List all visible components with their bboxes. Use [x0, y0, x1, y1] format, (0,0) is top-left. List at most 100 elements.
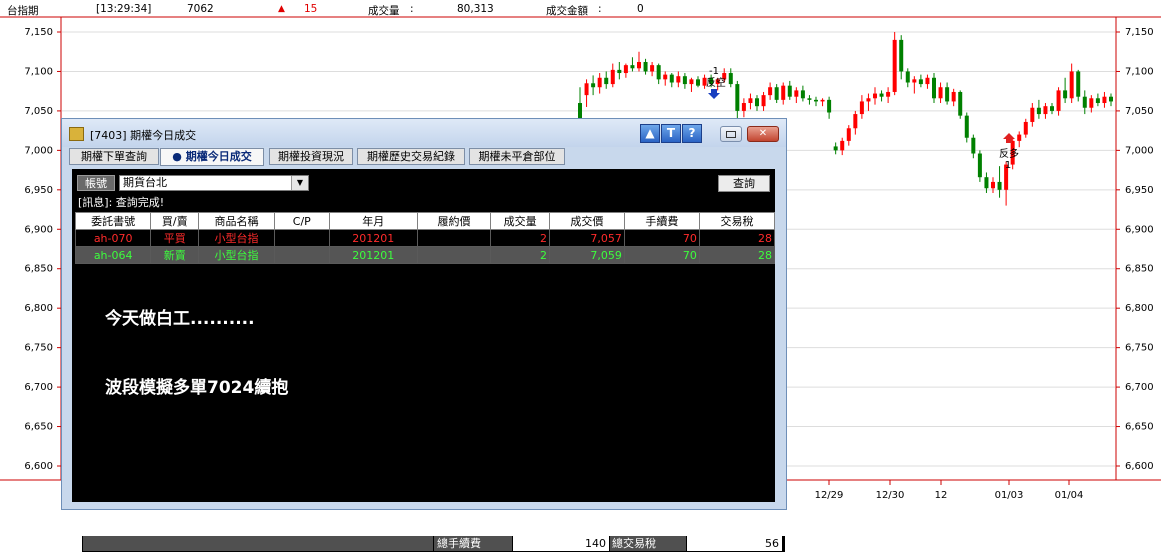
- x-tick-label: 12/30: [876, 490, 905, 501]
- close-button[interactable]: ✕: [747, 126, 779, 142]
- cell-qty: 2: [490, 246, 550, 264]
- cell-strike: [416, 246, 492, 264]
- candle-body: [925, 77, 930, 85]
- annotation-sell-label: 反空: [706, 76, 726, 89]
- cell-fee: 70: [623, 246, 700, 264]
- y-tick-label-right: 6,900: [1125, 224, 1154, 235]
- col-order-no[interactable]: 委託書號: [74, 212, 152, 230]
- tab-open-positions[interactable]: 期權未平倉部位: [469, 148, 565, 165]
- minimize-icon: [726, 131, 736, 138]
- candle-body: [1050, 106, 1054, 111]
- candle-body: [1089, 98, 1094, 108]
- candle-body: [610, 69, 615, 85]
- annotation-buy-count: 1: [1005, 160, 1011, 171]
- window-title: [7403] 期權今日成交: [90, 129, 197, 142]
- time-label: [13:29:34]: [96, 3, 152, 15]
- candle-body: [1023, 121, 1028, 135]
- candle-body: [853, 114, 858, 129]
- cell-side: 平買: [150, 229, 200, 247]
- candle-body: [873, 93, 877, 99]
- candle-body: [617, 69, 622, 74]
- col-qty[interactable]: 成交量: [490, 212, 550, 230]
- x-tick-label: 01/03: [995, 490, 1024, 501]
- candle-body: [800, 90, 805, 99]
- candle-body: [1063, 90, 1068, 99]
- price-label: 7062: [187, 3, 214, 15]
- col-month[interactable]: 年月: [328, 212, 418, 230]
- total-fee-label: 總手續費: [434, 536, 512, 551]
- col-fee[interactable]: 手續費: [623, 212, 700, 230]
- y-tick-label-left: 6,750: [24, 343, 53, 354]
- query-button[interactable]: 查詢: [718, 175, 770, 192]
- candle-body: [814, 99, 818, 102]
- table-row[interactable]: ah-070 平買 小型台指 201201 2 7,057 70 28: [74, 229, 776, 247]
- tab-today-trades[interactable]: ● 期權今日成交: [160, 148, 264, 166]
- y-tick-label-left: 7,150: [24, 27, 53, 38]
- down-arrow-icon: [708, 89, 720, 99]
- candle-body: [1043, 106, 1048, 115]
- ticker-bar: 台指期 [13:29:34] 7062 ▲ 15 成交量 : 80,313 成交…: [0, 0, 1161, 18]
- y-tick-label-right: 6,600: [1125, 461, 1154, 472]
- candle-body: [820, 99, 825, 102]
- candle-body: [643, 61, 648, 72]
- total-tax-label: 總交易稅: [610, 536, 686, 551]
- col-price[interactable]: 成交價: [548, 212, 625, 230]
- candle-body: [964, 115, 969, 138]
- cell-tax: 28: [698, 246, 776, 264]
- candle-body: [938, 87, 943, 99]
- tab-investment-status[interactable]: 期權投資現況: [269, 148, 353, 165]
- volume-separator: :: [410, 3, 414, 15]
- cell-qty: 2: [490, 229, 550, 247]
- candle-body: [748, 98, 753, 104]
- cell-product: 小型台指: [198, 229, 275, 247]
- account-value: 期貨台北: [123, 176, 167, 189]
- candle-body: [971, 137, 976, 154]
- col-strike[interactable]: 履約價: [416, 212, 492, 230]
- col-tax[interactable]: 交易稅: [698, 212, 776, 230]
- candle-body: [892, 39, 897, 92]
- candle-body: [991, 181, 995, 189]
- candle-body: [663, 74, 668, 80]
- table-row[interactable]: ah-064 新賣 小型台指 201201 2 7,059 70 28: [74, 246, 776, 264]
- candle-body: [650, 65, 655, 72]
- cell-month: 201201: [328, 229, 418, 247]
- cell-side: 新賣: [150, 246, 200, 264]
- amount-separator: :: [598, 3, 602, 15]
- col-cp[interactable]: C/P: [273, 212, 330, 230]
- t-button[interactable]: T: [661, 124, 681, 143]
- candle-body: [735, 84, 740, 111]
- candle-body: [728, 73, 733, 85]
- col-product[interactable]: 商品名稱: [198, 212, 275, 230]
- candle-body: [1102, 96, 1107, 104]
- candle-body: [886, 91, 891, 97]
- minimize-button[interactable]: [720, 126, 742, 142]
- window-titlebar[interactable]: [7403] 期權今日成交 ▲ T ? ✕: [62, 119, 786, 147]
- tab-order-query[interactable]: 期權下單查詢: [69, 148, 159, 165]
- total-tax-value: 56: [687, 536, 782, 551]
- help-button[interactable]: ?: [682, 124, 702, 143]
- candle-body: [1076, 71, 1081, 97]
- candle-body: [827, 99, 832, 113]
- candle-body: [912, 79, 917, 83]
- candle-body: [669, 74, 674, 83]
- y-tick-label-right: 7,150: [1125, 27, 1154, 38]
- candle-body: [945, 87, 950, 102]
- cell-cp: [273, 229, 330, 247]
- y-tick-label-right: 6,650: [1125, 422, 1154, 433]
- col-side[interactable]: 買/賣: [150, 212, 200, 230]
- candle-body: [1017, 134, 1022, 141]
- cell-cp: [273, 246, 330, 264]
- dropdown-arrow-icon[interactable]: ▼: [291, 176, 308, 190]
- cell-fee: 70: [623, 229, 700, 247]
- y-tick-label-left: 7,100: [24, 66, 53, 77]
- account-select[interactable]: 期貨台北 ▼: [119, 175, 309, 191]
- candle-body: [840, 140, 845, 151]
- up-triangle-button[interactable]: ▲: [640, 124, 660, 143]
- candle-body: [932, 77, 936, 99]
- candle-body: [630, 65, 635, 69]
- tab-trade-history[interactable]: 期權歷史交易紀錄: [357, 148, 465, 165]
- cell-tax: 28: [698, 229, 776, 247]
- candle-body: [958, 91, 963, 116]
- volume-caption: 成交量: [368, 5, 400, 17]
- candle-body: [1030, 107, 1035, 122]
